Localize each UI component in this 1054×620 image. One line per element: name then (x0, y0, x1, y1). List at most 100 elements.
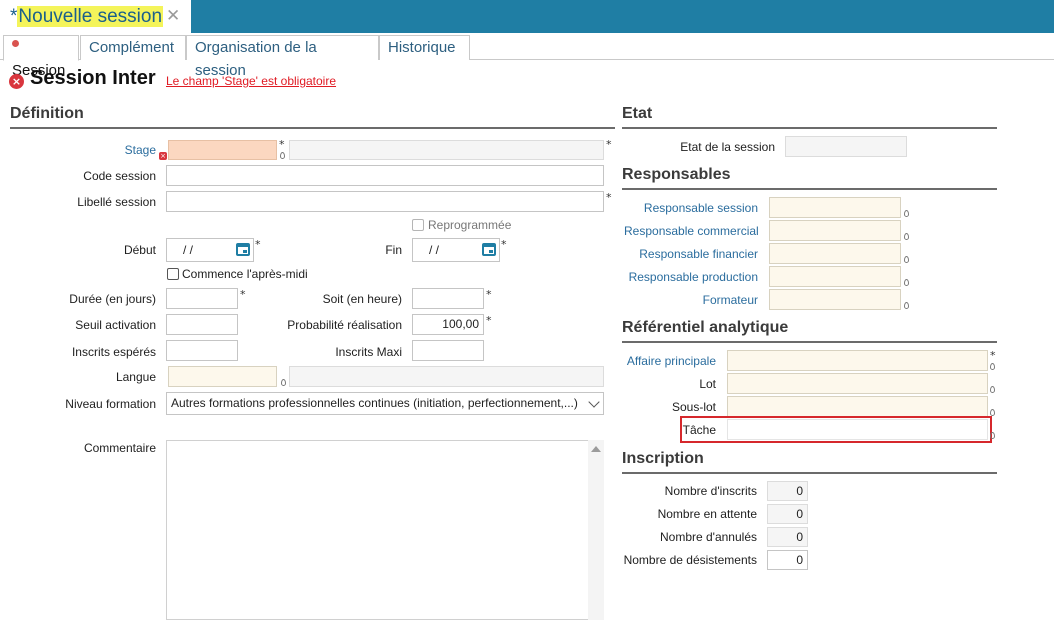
tab-organisation-label: Organisation de la session (195, 39, 317, 79)
nombre-annules-label: Nombre d'annulés (659, 530, 757, 544)
nombre-desistements-label: Nombre de désistements (623, 553, 757, 567)
libelle-session-input[interactable] (166, 191, 604, 212)
duree-input[interactable] (166, 288, 238, 309)
error-dot-icon (12, 40, 19, 47)
probabilite-value: 100,00 (442, 317, 479, 331)
lookup-pin-icon[interactable] (280, 152, 285, 159)
document-tab[interactable]: *Nouvelle session ✕ (0, 0, 191, 33)
apres-midi-checkbox[interactable] (167, 268, 179, 280)
nombre-inscrits-value: 0 (767, 481, 808, 501)
required-mark: * (606, 191, 612, 204)
responsable-production-label[interactable]: Responsable production (624, 270, 758, 284)
debut-label: Début (123, 243, 156, 257)
lookup-pin-icon[interactable] (990, 432, 995, 439)
calendar-icon[interactable] (236, 243, 250, 256)
libelle-session-label: Libellé session (77, 195, 156, 209)
required-mark: * (279, 138, 285, 151)
lookup-pin-icon[interactable] (990, 363, 995, 370)
nombre-desistements-value: 0 (767, 550, 808, 570)
responsable-financier-label[interactable]: Responsable financier (624, 247, 758, 261)
lookup-pin-icon[interactable] (990, 386, 995, 393)
stage-code-input[interactable] (168, 140, 277, 160)
close-icon[interactable]: ✕ (166, 6, 180, 26)
section-tabs: Session Complément Organisation de la se… (0, 35, 1054, 79)
sous-lot-input[interactable] (727, 396, 988, 417)
definition-header: Définition (10, 105, 615, 129)
lot-label: Lot (699, 377, 716, 391)
scroll-up-icon[interactable] (591, 446, 601, 452)
code-session-label: Code session (83, 169, 156, 183)
tab-organisation[interactable]: Organisation de la session (186, 35, 379, 79)
responsable-financier-input[interactable] (769, 243, 901, 264)
seuil-input[interactable] (166, 314, 238, 335)
page-title: Session Inter (30, 67, 156, 89)
lot-input[interactable] (727, 373, 988, 394)
fin-label: Fin (385, 243, 402, 257)
error-icon: × (9, 74, 24, 89)
error-message-link[interactable]: Le champ 'Stage' est obligatoire (166, 74, 336, 88)
required-mark: * (486, 314, 492, 327)
niveau-formation-label: Niveau formation (65, 397, 156, 411)
tab-historique-label: Historique (388, 39, 456, 56)
soit-heure-input[interactable] (412, 288, 484, 309)
nombre-attente-value: 0 (767, 504, 808, 524)
required-mark: * (255, 238, 261, 251)
responsable-commercial-input[interactable] (769, 220, 901, 241)
inscrits-maxi-input[interactable] (412, 340, 484, 361)
responsable-session-input[interactable] (769, 197, 901, 218)
reprogrammee-label: Reprogrammée (428, 218, 512, 232)
niveau-formation-value: Autres formations professionnelles conti… (171, 396, 578, 410)
tab-complement-label: Complément (89, 39, 175, 56)
lookup-pin-icon[interactable] (904, 256, 909, 263)
commentaire-textarea[interactable] (166, 440, 604, 620)
nombre-attente-label: Nombre en attente (657, 507, 757, 521)
sous-lot-label: Sous-lot (671, 400, 716, 414)
stage-label[interactable]: Stage (20, 143, 156, 157)
inscrits-esperes-label: Inscrits espérés (71, 345, 156, 359)
affaire-principale-input[interactable] (727, 350, 988, 371)
formateur-label[interactable]: Formateur (624, 293, 758, 307)
langue-label: Langue (115, 370, 156, 384)
affaire-principale-label[interactable]: Affaire principale (620, 354, 716, 368)
responsables-header: Responsables (622, 166, 997, 190)
lookup-pin-icon[interactable] (904, 210, 909, 217)
lookup-pin-icon[interactable] (904, 279, 909, 286)
lookup-pin-icon[interactable] (904, 302, 909, 309)
tab-session[interactable]: Session (3, 35, 79, 79)
inscrits-esperes-input[interactable] (166, 340, 238, 361)
responsable-session-label[interactable]: Responsable session (624, 201, 758, 215)
document-tab-title: *Nouvelle session (10, 5, 164, 29)
formateur-input[interactable] (769, 289, 901, 310)
responsable-production-input[interactable] (769, 266, 901, 287)
document-title-text: Nouvelle session (17, 6, 164, 27)
required-mark: * (501, 238, 507, 251)
calendar-icon[interactable] (482, 243, 496, 256)
responsable-commercial-label[interactable]: Responsable commercial (624, 224, 759, 238)
niveau-formation-select[interactable]: Autres formations professionnelles conti… (166, 392, 604, 415)
commentaire-scrollbar[interactable] (588, 440, 604, 620)
seuil-label: Seuil activation (75, 318, 156, 332)
code-session-input[interactable] (166, 165, 604, 186)
apres-midi-label: Commence l'après-midi (182, 267, 308, 281)
lookup-pin-icon[interactable] (990, 409, 995, 416)
probabilite-label: Probabilité réalisation (287, 318, 402, 332)
nombre-annules-value: 0 (767, 527, 808, 547)
lookup-pin-icon[interactable] (281, 379, 286, 386)
tache-input[interactable] (727, 419, 988, 440)
soit-label: Soit (en heure) (322, 292, 402, 306)
tab-complement[interactable]: Complément (80, 35, 186, 60)
langue-input[interactable] (168, 366, 277, 387)
etat-header: Etat (622, 105, 997, 129)
required-mark: * (240, 288, 246, 301)
reprogrammee-checkbox[interactable] (412, 219, 424, 231)
etat-session-display (785, 136, 907, 157)
debut-date-value: / / (183, 243, 194, 257)
tab-historique[interactable]: Historique (379, 35, 470, 60)
fin-date-value: / / (429, 243, 440, 257)
lookup-pin-icon[interactable] (904, 233, 909, 240)
commentaire-label: Commentaire (83, 441, 156, 455)
etat-session-label: Etat de la session (680, 140, 775, 154)
probabilite-input[interactable]: 100,00 (412, 314, 484, 335)
required-mark: * (606, 138, 612, 151)
analytique-header: Référentiel analytique (622, 319, 997, 343)
